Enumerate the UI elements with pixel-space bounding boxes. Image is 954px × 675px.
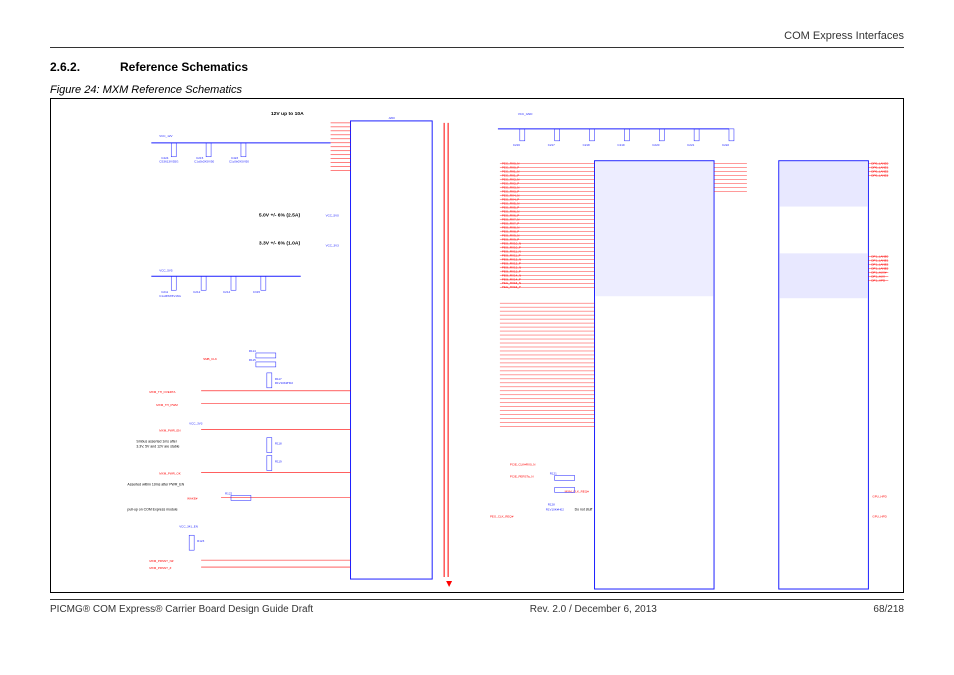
section-title: Reference Schematics [120, 60, 248, 74]
bus-left-power [331, 123, 351, 171]
svg-text:C220: C220 [652, 143, 659, 147]
svg-text:C1c0b0X5V/50: C1c0b0X5V/50 [229, 160, 249, 164]
footer-right: 68/218 [873, 604, 904, 615]
svg-text:C217: C217 [548, 143, 555, 147]
pullups: R114 R115 R117 R1V10K#H02 R118 R119 R122… [189, 349, 293, 550]
connector-j200-left [351, 121, 433, 579]
footer-center: Rev. 2.0 / December 6, 2013 [530, 604, 657, 615]
svg-text:VCC_3V3: VCC_3V3 [189, 422, 203, 426]
net-peg-rx: PEG_RX15_P [502, 285, 521, 289]
svg-text:R118: R118 [275, 442, 282, 446]
svg-text:C214: C214 [223, 290, 230, 294]
svg-text:MXM_TH_OVERTA: MXM_TH_OVERTA [149, 390, 175, 394]
volt-3v: 3.3V +/- 6% (1.0A) [259, 240, 301, 246]
connector-right [779, 161, 869, 589]
header-interface: COM Express Interfaces [50, 30, 904, 42]
svg-text:C1u0f/6X5V16G: C1u0f/6X5V16G [159, 294, 181, 298]
svg-text:C212: C212 [193, 290, 200, 294]
svg-text:R128: R128 [548, 502, 555, 506]
svg-text:Do not stuff: Do not stuff [575, 507, 593, 511]
bus-center-right [714, 164, 747, 192]
svg-text:C222: C222 [722, 143, 729, 147]
svg-text:MXM_PWR_OK: MXM_PWR_OK [159, 471, 180, 475]
figure-caption: Figure 24: MXM Reference Schematics [50, 84, 904, 96]
svg-text:WAKE#: WAKE# [187, 496, 198, 500]
svg-text:PCIE_PERSTa_N: PCIE_PERSTa_N [510, 474, 534, 478]
svg-text:C219: C219 [617, 143, 624, 147]
svg-text:C218: C218 [583, 143, 590, 147]
page-footer: PICMG® COM Express® Carrier Board Design… [50, 599, 904, 615]
svg-text:DP0_LANE3: DP0_LANE3 [871, 174, 888, 178]
svg-text:C216: C216 [513, 143, 520, 147]
rail-vcc12: VCC_12V [159, 134, 172, 138]
svg-text:PCIE_CLK#RX0_N: PCIE_CLK#RX0_N [510, 463, 536, 467]
section-number: 2.6.2. [50, 60, 120, 74]
svg-text:VCC_3V3: VCC_3V3 [326, 243, 340, 247]
svg-text:pull-up on COM Express module: pull-up on COM Express module [127, 507, 177, 511]
svg-text:MXM_PWR_EN: MXM_PWR_EN [159, 429, 180, 433]
svg-text:R119: R119 [275, 460, 282, 464]
section-heading: 2.6.2. Reference Schematics [50, 60, 904, 74]
svg-text:R1V10K#H02: R1V10K#H02 [546, 507, 565, 511]
rail-vcc5v5: VCC_5V5 [159, 268, 173, 272]
svg-text:MXM_PRSNT_N#: MXM_PRSNT_N# [149, 559, 173, 563]
svg-text:GPU_HPD: GPU_HPD [872, 514, 886, 518]
svg-text:DP1_HPD: DP1_HPD [871, 278, 885, 282]
svg-text:R115: R115 [249, 358, 256, 362]
svg-text:C221: C221 [687, 143, 694, 147]
svg-text:R114: R114 [249, 349, 256, 353]
svg-text:MXM_PRSNT_#: MXM_PRSNT_# [149, 566, 171, 570]
bus-peg-tx [500, 303, 595, 426]
svg-text:R123: R123 [197, 539, 204, 543]
schematic-diagram: 12V up to 10A VCC_12V C424 CS3613V/55G C… [50, 98, 904, 593]
volt-5v: 5.0V +/- 6% (2.5A) [259, 213, 301, 219]
header-rule [50, 47, 904, 48]
svg-text:C315: C315 [253, 290, 260, 294]
svg-text:Smbus asserted 1ms after: Smbus asserted 1ms after [136, 440, 177, 444]
svg-text:MXM_CLK_REQ#: MXM_CLK_REQ# [565, 489, 589, 493]
svg-text:C1c0b0X5V/50: C1c0b0X5V/50 [194, 160, 214, 164]
cap-bank-12v [171, 143, 246, 157]
volt-12v: 12V up to 10A [271, 111, 304, 117]
schematic-svg: 12V up to 10A VCC_12V C424 CS3613V/55G C… [51, 99, 903, 592]
svg-text:VCC_5V0: VCC_5V0 [326, 214, 340, 218]
conn-label-j200: J200 [388, 116, 395, 120]
svg-text:R122: R122 [225, 491, 232, 495]
svg-text:MXM_TH_PWM: MXM_TH_PWM [156, 403, 178, 407]
svg-text:VCC_341_EN: VCC_341_EN [179, 524, 198, 528]
svg-text:GPU_HPD: GPU_HPD [872, 494, 886, 498]
footer-left: PICMG® COM Express® Carrier Board Design… [50, 604, 313, 615]
cap-bank-gnd [520, 129, 734, 141]
net-smbclk: SMB_CLK [203, 357, 217, 361]
svg-text:R1V10K#H02: R1V10K#H02 [275, 381, 294, 385]
svg-text:Asserted within 10ms after PWR: Asserted within 10ms after PWR_EN [127, 482, 184, 486]
svg-text:3.3V, 5V and 12V are stable: 3.3V, 5V and 12V are stable [136, 445, 179, 449]
rail-vccgnd: VCC_GND [518, 112, 533, 116]
svg-text:CS3613V/55G: CS3613V/55G [159, 160, 179, 164]
svg-text:R121: R121 [550, 471, 557, 475]
svg-text:PEG_CLK_REQ#: PEG_CLK_REQ# [490, 514, 514, 518]
